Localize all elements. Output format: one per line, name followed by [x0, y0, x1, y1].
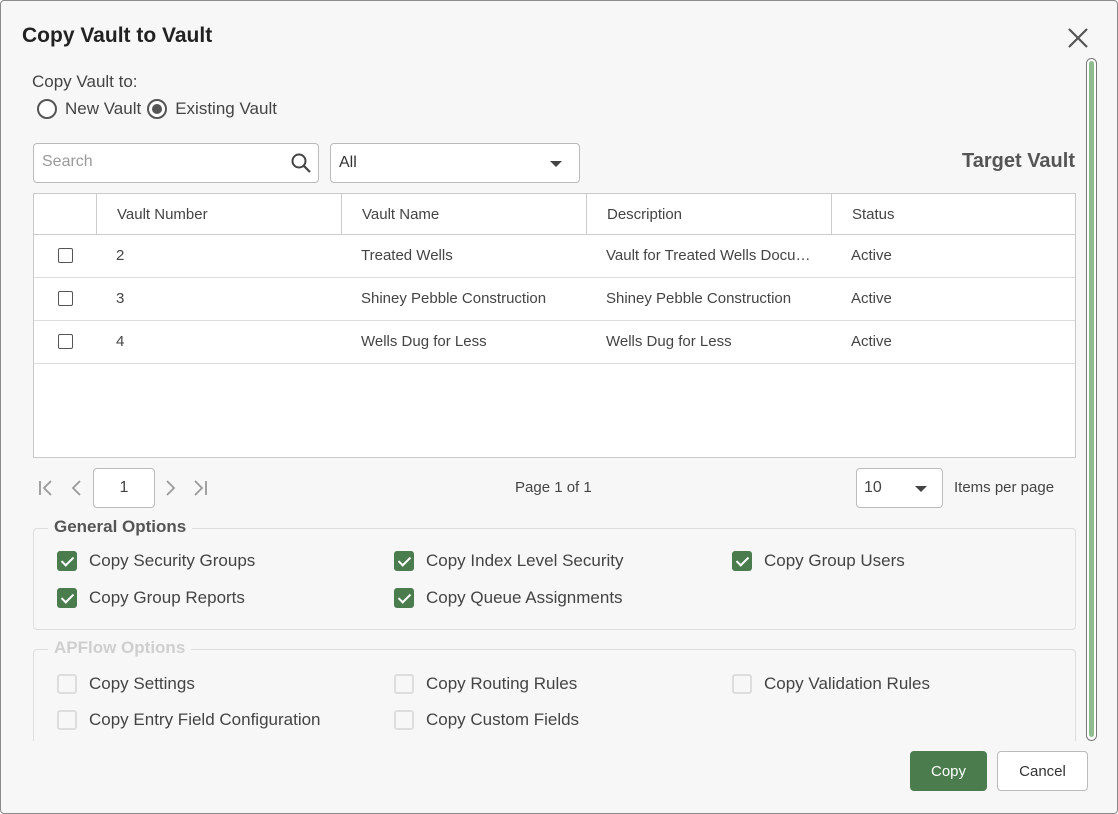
option-label: Copy Validation Rules — [764, 674, 930, 693]
column-header-vault-number[interactable]: Vault Number — [96, 194, 341, 234]
vault-number-cell: 4 — [116, 333, 125, 350]
description-cell: Shiney Pebble Construction — [606, 290, 792, 307]
option-copy-security-groups[interactable]: Copy Security Groups — [57, 551, 255, 571]
option-copy-index-level-security[interactable]: Copy Index Level Security — [394, 551, 624, 571]
vault-number-cell: 3 — [116, 290, 125, 307]
checkbox-disabled — [732, 674, 752, 694]
status-filter-value: All — [339, 154, 357, 171]
last-page-icon[interactable] — [188, 477, 210, 499]
dialog-title: Copy Vault to Vault — [22, 24, 213, 47]
search-box — [33, 143, 319, 183]
option-copy-group-users[interactable]: Copy Group Users — [732, 551, 905, 571]
vault-name-cell: Treated Wells — [361, 247, 453, 264]
option-copy-routing-rules: Copy Routing Rules — [394, 674, 577, 694]
previous-page-icon[interactable] — [66, 477, 88, 499]
column-header-vault-name[interactable]: Vault Name — [341, 194, 586, 234]
option-copy-entry-field-configuration: Copy Entry Field Configuration — [57, 710, 321, 730]
radio-new-vault-label[interactable]: New Vault — [65, 99, 141, 119]
option-copy-queue-assignments[interactable]: Copy Queue Assignments — [394, 588, 623, 608]
checkbox-checked[interactable] — [57, 551, 77, 571]
page-size-dropdown[interactable]: 10 — [856, 468, 943, 508]
option-label: Copy Security Groups — [89, 551, 256, 570]
copy-button[interactable]: Copy — [910, 751, 987, 791]
option-copy-validation-rules: Copy Validation Rules — [732, 674, 930, 694]
page-number-input[interactable]: 1 — [93, 468, 155, 508]
next-page-icon[interactable] — [159, 477, 181, 499]
checkbox-disabled — [57, 710, 77, 730]
row-checkbox[interactable] — [57, 334, 73, 349]
close-icon[interactable] — [1065, 25, 1091, 51]
dialog-scroll-area: Copy Vault to: New Vault Existing Vault … — [1, 61, 1117, 741]
checkbox-disabled — [394, 674, 414, 694]
table-row[interactable]: 2 Treated Wells Vault for Treated Wells … — [34, 234, 1075, 278]
vertical-scrollbar[interactable] — [1086, 58, 1097, 741]
radio-existing-vault-label[interactable]: Existing Vault — [175, 99, 277, 119]
apflow-options-group: APFlow Options Copy Settings Copy Routin… — [33, 638, 1076, 741]
option-label: Copy Custom Fields — [426, 710, 580, 729]
pagination: 1 Page 1 of 1 10 Items per page — [33, 468, 1076, 508]
vault-name-cell: Shiney Pebble Construction — [361, 290, 547, 307]
search-icon[interactable] — [290, 152, 312, 174]
table-row[interactable]: 4 Wells Dug for Less Wells Dug for Less … — [34, 320, 1075, 364]
radio-new-vault[interactable] — [37, 99, 57, 119]
chevron-down-icon — [550, 161, 562, 167]
vault-name-cell: Wells Dug for Less — [361, 333, 487, 350]
radio-selected-dot — [152, 104, 163, 114]
checkbox-checked[interactable] — [394, 551, 414, 571]
description-cell: Vault for Treated Wells Documents — [606, 247, 811, 264]
column-header-description[interactable]: Description — [586, 194, 831, 234]
option-label: Copy Index Level Security — [426, 551, 624, 570]
option-label: Copy Routing Rules — [426, 674, 578, 693]
checkbox-checked[interactable] — [732, 551, 752, 571]
option-label: Copy Group Users — [764, 551, 905, 570]
first-page-icon[interactable] — [36, 477, 58, 499]
scrollbar-thumb[interactable] — [1089, 61, 1094, 737]
description-cell: Wells Dug for Less — [606, 333, 732, 350]
option-copy-group-reports[interactable]: Copy Group Reports — [57, 588, 245, 608]
page-info: Page 1 of 1 — [515, 479, 592, 496]
option-label: Copy Entry Field Configuration — [89, 710, 321, 729]
option-copy-settings: Copy Settings — [57, 674, 195, 694]
status-cell: Active — [851, 247, 892, 264]
select-column-header — [34, 194, 96, 234]
checkbox-disabled — [57, 674, 77, 694]
option-label: Copy Group Reports — [89, 588, 245, 607]
search-input[interactable] — [40, 152, 284, 172]
copy-to-label: Copy Vault to: — [32, 72, 138, 91]
vault-number-cell: 2 — [116, 247, 125, 264]
apflow-options-legend: APFlow Options — [48, 638, 192, 658]
column-header-status[interactable]: Status — [831, 194, 1077, 234]
general-options-legend: General Options — [48, 517, 193, 537]
table-row[interactable]: 3 Shiney Pebble Construction Shiney Pebb… — [34, 277, 1075, 321]
option-label: Copy Settings — [89, 674, 195, 693]
copy-vault-dialog: Copy Vault to Vault Copy Vault to: New V… — [0, 0, 1118, 814]
table-header: Vault Number Vault Name Description Stat… — [34, 194, 1075, 235]
cancel-button[interactable]: Cancel — [997, 751, 1088, 791]
checkbox-checked[interactable] — [57, 588, 77, 608]
page-size-value: 10 — [864, 479, 882, 496]
row-checkbox[interactable] — [57, 291, 73, 306]
copy-to-radio-group: New Vault Existing Vault — [37, 99, 283, 119]
status-cell: Active — [851, 290, 892, 307]
target-vault-heading: Target Vault — [962, 150, 1075, 172]
option-copy-custom-fields: Copy Custom Fields — [394, 710, 579, 730]
vault-table: Vault Number Vault Name Description Stat… — [33, 193, 1076, 458]
option-label: Copy Queue Assignments — [426, 588, 623, 607]
checkbox-disabled — [394, 710, 414, 730]
checkbox-checked[interactable] — [394, 588, 414, 608]
status-cell: Active — [851, 333, 892, 350]
chevron-down-icon — [915, 486, 927, 492]
radio-existing-vault[interactable] — [147, 99, 168, 119]
general-options-group: General Options Copy Security Groups Cop… — [33, 517, 1076, 630]
items-per-page-label: Items per page — [954, 479, 1055, 496]
status-filter-dropdown[interactable]: All — [330, 143, 580, 183]
row-checkbox[interactable] — [57, 248, 73, 263]
